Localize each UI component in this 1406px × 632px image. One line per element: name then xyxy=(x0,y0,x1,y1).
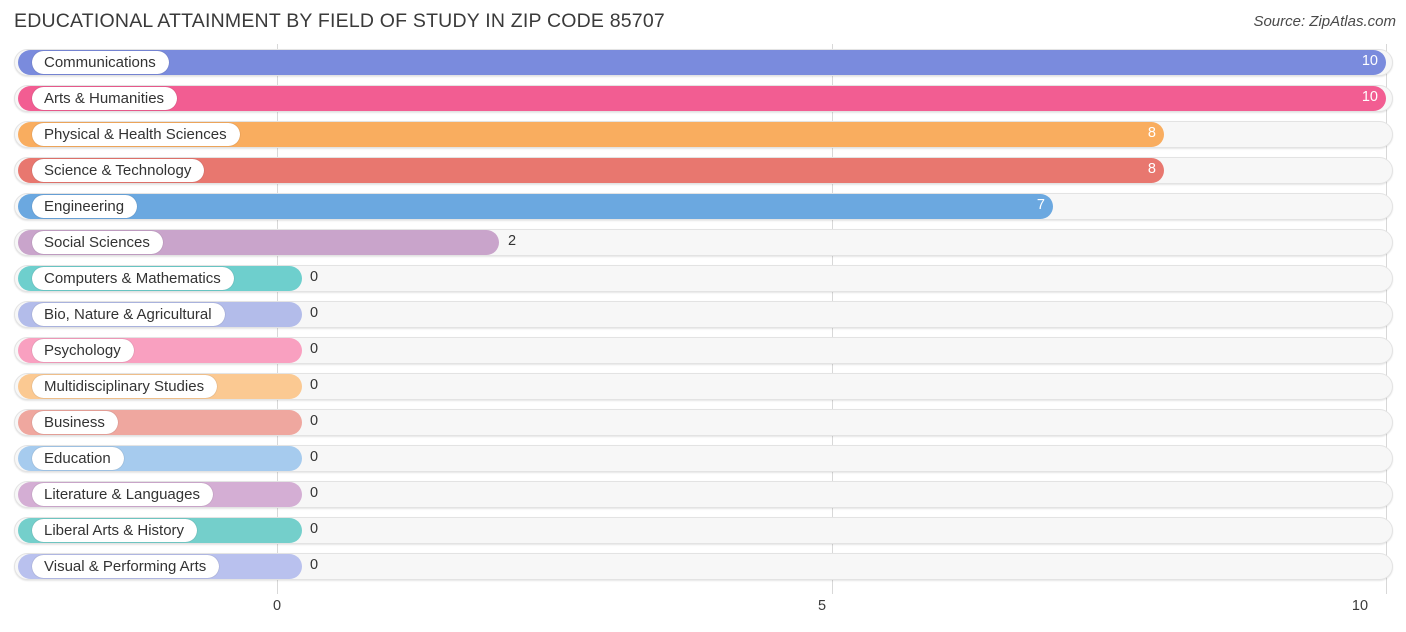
bar-category-text: Multidisciplinary Studies xyxy=(44,378,205,395)
plot-area: Communications 10 Arts & Humanities 10 Physi… xyxy=(0,44,1406,594)
bar-row: Science & Technology 8 xyxy=(0,152,1406,188)
bar-category-label: Communications xyxy=(32,51,169,74)
bar-value-label: 0 xyxy=(310,557,319,573)
x-tick-label: 0 xyxy=(272,598,282,614)
bar-category-text: Communications xyxy=(44,54,156,71)
bar-category-label: Business xyxy=(32,411,118,434)
bar-row: Psychology 0 xyxy=(0,332,1406,368)
chart-root: EDUCATIONAL ATTAINMENT BY FIELD OF STUDY… xyxy=(0,0,1406,632)
bar-value-label: 0 xyxy=(310,377,319,393)
bar-row: Liberal Arts & History 0 xyxy=(0,512,1406,548)
bar-category-label: Multidisciplinary Studies xyxy=(32,375,218,398)
bar[interactable] xyxy=(18,194,1053,219)
bar-value-label: 10 xyxy=(1361,89,1378,105)
bar-value-label: 0 xyxy=(310,485,319,501)
bar-row: Computers & Mathematics 0 xyxy=(0,260,1406,296)
bar[interactable] xyxy=(18,86,1386,111)
bar-row: Social Sciences 2 xyxy=(0,224,1406,260)
bar-rows: Communications 10 Arts & Humanities 10 Physi… xyxy=(0,44,1406,584)
bar-value-label: 0 xyxy=(310,449,319,465)
bar-value-label: 0 xyxy=(310,413,319,429)
bar-value-label: 0 xyxy=(310,341,319,357)
bar-category-text: Bio, Nature & Agricultural xyxy=(44,306,212,323)
bar-category-text: Computers & Mathematics xyxy=(44,270,221,287)
bar-category-text: Literature & Languages xyxy=(44,486,200,503)
bar-value-label: 0 xyxy=(310,269,319,285)
bar-value-label: 10 xyxy=(1361,53,1378,69)
bar-category-text: Psychology xyxy=(44,342,121,359)
page-title: EDUCATIONAL ATTAINMENT BY FIELD OF STUDY… xyxy=(14,10,665,32)
bar-value-label: 0 xyxy=(310,521,319,537)
bar-row: Visual & Performing Arts 0 xyxy=(0,548,1406,584)
source-attribution: Source: ZipAtlas.com xyxy=(1253,13,1396,30)
bar-category-text: Arts & Humanities xyxy=(44,90,165,107)
bar-category-text: Business xyxy=(44,414,105,431)
bar-value-label: 2 xyxy=(508,233,517,249)
bar-category-label: Arts & Humanities xyxy=(32,87,178,110)
bar-category-label: Bio, Nature & Agricultural xyxy=(32,303,225,326)
bar-row: Communications 10 xyxy=(0,44,1406,80)
bar-category-text: Science & Technology xyxy=(44,162,192,179)
bar-row: Arts & Humanities 10 xyxy=(0,80,1406,116)
bar[interactable] xyxy=(18,50,1386,75)
bar-category-label: Visual & Performing Arts xyxy=(32,555,220,578)
chart-header: EDUCATIONAL ATTAINMENT BY FIELD OF STUDY… xyxy=(0,0,1406,44)
bar-row: Education 0 xyxy=(0,440,1406,476)
bar-row: Business 0 xyxy=(0,404,1406,440)
bar-category-text: Visual & Performing Arts xyxy=(44,558,207,575)
bar-row: Engineering 7 xyxy=(0,188,1406,224)
x-axis: 0 5 10 xyxy=(0,594,1406,632)
bar-category-text: Social Sciences xyxy=(44,234,150,251)
bar-category-text: Liberal Arts & History xyxy=(44,522,185,539)
x-tick-label: 5 xyxy=(817,598,827,614)
bar-value-label: 8 xyxy=(1147,161,1156,177)
bar-value-label: 8 xyxy=(1147,125,1156,141)
bar-value-label: 0 xyxy=(310,305,319,321)
bar-category-label: Education xyxy=(32,447,124,470)
bar-category-label: Literature & Languages xyxy=(32,483,213,506)
bar-category-text: Physical & Health Sciences xyxy=(44,126,227,143)
bar-category-label: Engineering xyxy=(32,195,138,218)
bar-category-label: Liberal Arts & History xyxy=(32,519,198,542)
bar-row: Physical & Health Sciences 8 xyxy=(0,116,1406,152)
bar-row: Multidisciplinary Studies 0 xyxy=(0,368,1406,404)
bar-category-label: Psychology xyxy=(32,339,134,362)
bar-row: Literature & Languages 0 xyxy=(0,476,1406,512)
bar-category-label: Social Sciences xyxy=(32,231,163,254)
bar-category-label: Physical & Health Sciences xyxy=(32,123,240,146)
bar-category-text: Engineering xyxy=(44,198,125,215)
bar-row: Bio, Nature & Agricultural 0 xyxy=(0,296,1406,332)
bar-category-label: Computers & Mathematics xyxy=(32,267,234,290)
x-tick-label: 10 xyxy=(1351,598,1369,614)
bar-category-label: Science & Technology xyxy=(32,159,205,182)
bar-value-label: 7 xyxy=(1036,197,1045,213)
bar-category-text: Education xyxy=(44,450,111,467)
